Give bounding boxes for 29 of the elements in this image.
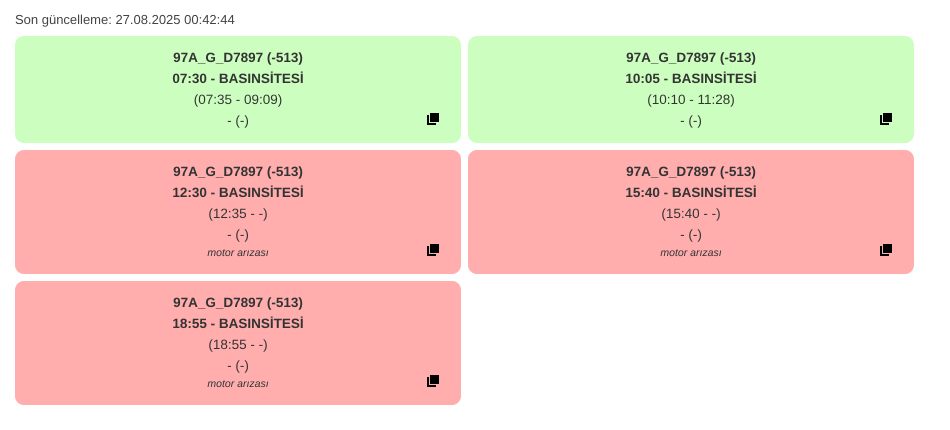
vehicle-title: 97A_G_D7897 (-513) bbox=[626, 49, 756, 67]
copy-icon[interactable] bbox=[427, 375, 439, 387]
copy-icon[interactable] bbox=[880, 244, 892, 256]
driver-text: - (-) bbox=[680, 112, 702, 130]
vehicle-title: 97A_G_D7897 (-513) bbox=[626, 163, 756, 181]
driver-text: - (-) bbox=[680, 226, 702, 244]
actual-times: (07:35 - 09:09) bbox=[194, 91, 282, 109]
fault-note: motor arızası bbox=[207, 246, 269, 261]
fault-note: motor arızası bbox=[207, 377, 269, 392]
actual-times: (10:10 - 11:28) bbox=[647, 91, 735, 109]
trip-title: 10:05 - BASINSİTESİ bbox=[625, 70, 757, 88]
vehicle-title: 97A_G_D7897 (-513) bbox=[173, 294, 303, 312]
trip-title: 18:55 - BASINSİTESİ bbox=[172, 315, 304, 333]
copy-icon[interactable] bbox=[880, 113, 892, 125]
driver-text: - (-) bbox=[227, 226, 249, 244]
actual-times: (18:55 - -) bbox=[208, 336, 268, 354]
driver-text: - (-) bbox=[227, 357, 249, 375]
actual-times: (12:35 - -) bbox=[208, 205, 268, 223]
vehicle-title: 97A_G_D7897 (-513) bbox=[173, 163, 303, 181]
driver-text: - (-) bbox=[227, 112, 249, 130]
last-update-text: Son güncelleme: 27.08.2025 00:42:44 bbox=[15, 12, 236, 27]
vehicle-title: 97A_G_D7897 (-513) bbox=[173, 49, 303, 67]
copy-icon[interactable] bbox=[427, 244, 439, 256]
trip-title: 15:40 - BASINSİTESİ bbox=[625, 184, 757, 202]
actual-times: (15:40 - -) bbox=[661, 205, 721, 223]
trip-title: 12:30 - BASINSİTESİ bbox=[172, 184, 304, 202]
fault-note: motor arızası bbox=[660, 246, 722, 261]
trip-title: 07:30 - BASINSİTESİ bbox=[172, 70, 304, 88]
copy-icon[interactable] bbox=[427, 113, 439, 125]
